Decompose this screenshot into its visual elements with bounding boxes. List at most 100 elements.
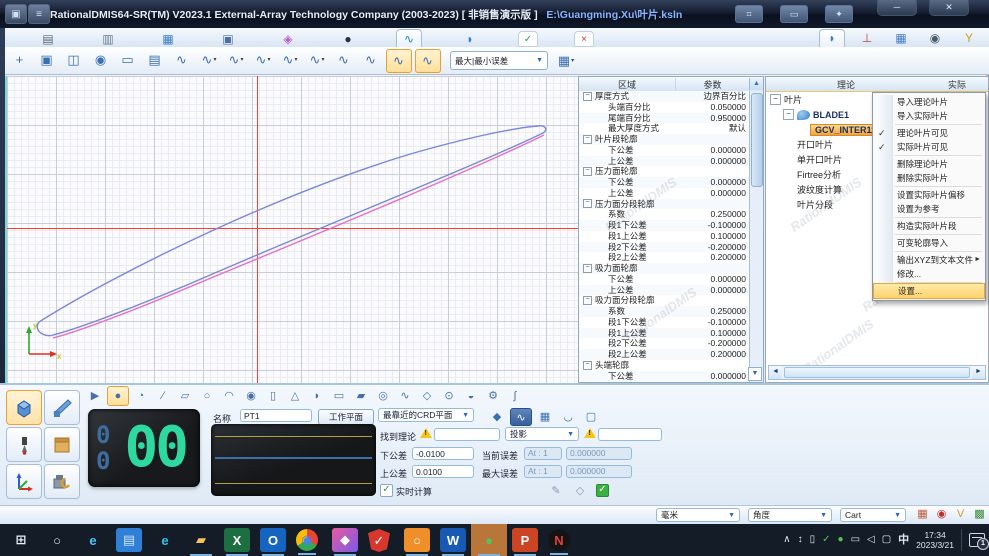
confirm-checkbox[interactable]: ✓ xyxy=(596,484,609,497)
wedge-tool-icon[interactable]: ◇ xyxy=(417,387,437,405)
view-eye-icon[interactable]: ◉ xyxy=(89,49,113,71)
param-row[interactable]: − 最大厚度方式 默认 xyxy=(579,123,750,134)
scroll-down-icon[interactable]: ▼ xyxy=(748,367,762,381)
param-row[interactable]: − 段1下公差 -0.100000 xyxy=(579,317,750,328)
start-button[interactable]: ⊞ xyxy=(8,528,34,552)
app-icon[interactable]: ▣ xyxy=(5,4,27,24)
tab-color-icon[interactable]: ◈ xyxy=(276,30,300,47)
edge-icon[interactable]: e xyxy=(152,528,178,552)
param-row[interactable]: − 叶片段轮廓 xyxy=(579,134,750,145)
tree-expander-icon[interactable]: − xyxy=(770,94,781,105)
param-row[interactable]: − 吸力面分段轮廓 xyxy=(579,295,750,306)
status-window-icon[interactable]: ▦ xyxy=(915,506,930,521)
workplane-button[interactable]: 工作平面 xyxy=(318,409,374,425)
menu-item[interactable]: 导入实际叶片 xyxy=(873,109,985,123)
param-row[interactable]: − 吸力面轮廓 xyxy=(579,263,750,274)
param-row[interactable]: − 压力面轮廓 xyxy=(579,166,750,177)
quick-menu-icon[interactable]: ≡ xyxy=(28,4,50,24)
lower-tolerance-input[interactable] xyxy=(412,447,474,460)
collapse-icon[interactable]: − xyxy=(583,92,592,101)
param-row[interactable]: − 厚度方式 边界百分比 xyxy=(579,91,750,102)
ime-indicator[interactable]: 中 xyxy=(898,535,909,545)
column-header-region[interactable]: 区域 xyxy=(579,78,676,91)
blade-draw-icon[interactable]: ∿ xyxy=(415,49,441,73)
slot-tool-icon[interactable]: ▭ xyxy=(329,387,349,405)
remote-icon[interactable]: ⌗ xyxy=(735,5,763,23)
upper-tolerance-input[interactable] xyxy=(412,465,474,478)
tree-scrollbar-thumb[interactable] xyxy=(784,367,970,378)
param-row[interactable]: − 段1上公差 0.100000 xyxy=(579,328,750,339)
cone-tool-icon[interactable]: △ xyxy=(285,387,305,405)
param-row[interactable]: − 上公差 0.000000 xyxy=(579,156,750,167)
param-row[interactable]: − 段2下公差 -0.200000 xyxy=(579,242,750,253)
menu-item[interactable]: 设置为参考 xyxy=(873,202,985,216)
wechat-icon[interactable]: ● xyxy=(476,528,502,552)
tray-display-icon[interactable]: ▢ xyxy=(882,535,891,545)
param-row[interactable]: − 上公差 0.000000 xyxy=(579,285,750,296)
tab-cancel-icon[interactable]: × xyxy=(574,31,594,47)
tray-check-icon[interactable]: ✓ xyxy=(822,535,830,545)
blade-align-icon[interactable]: ∿▾ xyxy=(224,49,248,71)
menu-item[interactable]: ✓ 理论叶片可见 xyxy=(873,126,985,140)
param-row[interactable]: − 系数 0.250000 xyxy=(579,306,750,317)
dmis-app-icon[interactable]: N xyxy=(548,529,570,551)
param-scrollbar[interactable] xyxy=(749,91,763,382)
tray-network-icon[interactable]: ↕ xyxy=(798,535,803,545)
hook-tool-icon[interactable]: ∫ xyxy=(505,387,525,405)
blade-module-icon[interactable]: ◗ xyxy=(819,29,845,47)
scroll-left-icon[interactable]: ◄ xyxy=(769,366,782,379)
excel-icon[interactable]: X xyxy=(224,528,250,552)
pan-move-icon[interactable]: + xyxy=(8,49,32,71)
probe-status-icon[interactable]: ✦ xyxy=(825,5,853,23)
360-shield-icon[interactable]: ✓ xyxy=(368,529,390,552)
param-row[interactable]: − 下公差 0.000000 xyxy=(579,371,750,382)
scroll-up-icon[interactable]: ▲ xyxy=(749,78,763,90)
param-row[interactable]: − 下公差 0.000000 xyxy=(579,177,750,188)
collapse-icon[interactable]: − xyxy=(583,135,592,144)
screen-view-icon[interactable]: ▢ xyxy=(581,408,601,424)
coordinate-button[interactable] xyxy=(6,464,42,499)
doc-search-icon[interactable]: ○ xyxy=(404,528,430,552)
param-row[interactable]: − 上公差 0.000000 xyxy=(579,188,750,199)
column-header-theoretical[interactable]: 理论 xyxy=(766,78,926,91)
menu-item[interactable]: 设置... xyxy=(874,284,984,298)
theoretical-input[interactable] xyxy=(434,428,500,441)
collapse-icon[interactable]: − xyxy=(583,296,592,305)
layout-icon[interactable]: ▭ xyxy=(780,5,808,23)
tray-expand-icon[interactable]: ∧ xyxy=(783,535,790,545)
gear-tool-icon[interactable]: ⚙ xyxy=(483,387,503,405)
menu-item[interactable]: 构造实际叶片段 xyxy=(873,219,985,233)
scroll-right-icon[interactable]: ► xyxy=(972,366,985,379)
fixture-button[interactable] xyxy=(44,427,80,462)
curve-tool-icon[interactable]: ∿ xyxy=(395,387,415,405)
angle-combo[interactable]: 角度▼ xyxy=(748,508,832,522)
menu-item[interactable]: ✓ 实际叶片可见 xyxy=(873,140,985,154)
outlook-icon[interactable]: O xyxy=(260,528,286,552)
collapse-icon[interactable]: − xyxy=(583,361,592,370)
collapse-icon[interactable]: − xyxy=(583,264,592,273)
tray-card-icon[interactable]: ▭ xyxy=(851,535,860,545)
parallel-planes-icon[interactable]: ▰ xyxy=(351,387,371,405)
param-row[interactable]: − 段2下公差 -0.200000 xyxy=(579,338,750,349)
param-row[interactable]: − 头端轮廓 xyxy=(579,360,750,371)
blade-edit-icon[interactable]: ∿ xyxy=(386,49,412,73)
magnet-curve-icon[interactable]: ◡ xyxy=(558,408,578,424)
hand-pan-icon[interactable]: ◫ xyxy=(62,49,86,71)
param-row[interactable]: − 头端百分比 0.050000 xyxy=(579,102,750,113)
alignment-icon[interactable]: ⊥ xyxy=(855,29,879,46)
blue-app-icon[interactable]: ▤ xyxy=(116,528,142,552)
realtime-checkbox[interactable]: ✓ xyxy=(380,484,393,497)
param-row[interactable]: − 压力面分段轮廓 xyxy=(579,199,750,210)
blade-evaluate-icon[interactable]: ∿▾ xyxy=(278,49,302,71)
edit-result-icon[interactable]: ✎ xyxy=(546,482,566,498)
search-button[interactable]: ○ xyxy=(44,528,70,552)
projection-combo[interactable]: 投影▼ xyxy=(505,427,579,441)
probe-button[interactable] xyxy=(6,427,42,462)
param-row[interactable]: − 段2上公差 0.200000 xyxy=(579,252,750,263)
circle-tool-icon[interactable]: ○ xyxy=(197,387,217,405)
probe-result-icon[interactable]: ◇ xyxy=(570,482,590,498)
menu-item[interactable]: 修改... xyxy=(873,267,985,281)
menu-item[interactable]: 导入理论叶片 xyxy=(873,95,985,109)
tray-volume-icon[interactable]: ◁ xyxy=(867,535,875,545)
tree-horizontal-scrollbar[interactable]: ◄ ► xyxy=(768,365,986,380)
